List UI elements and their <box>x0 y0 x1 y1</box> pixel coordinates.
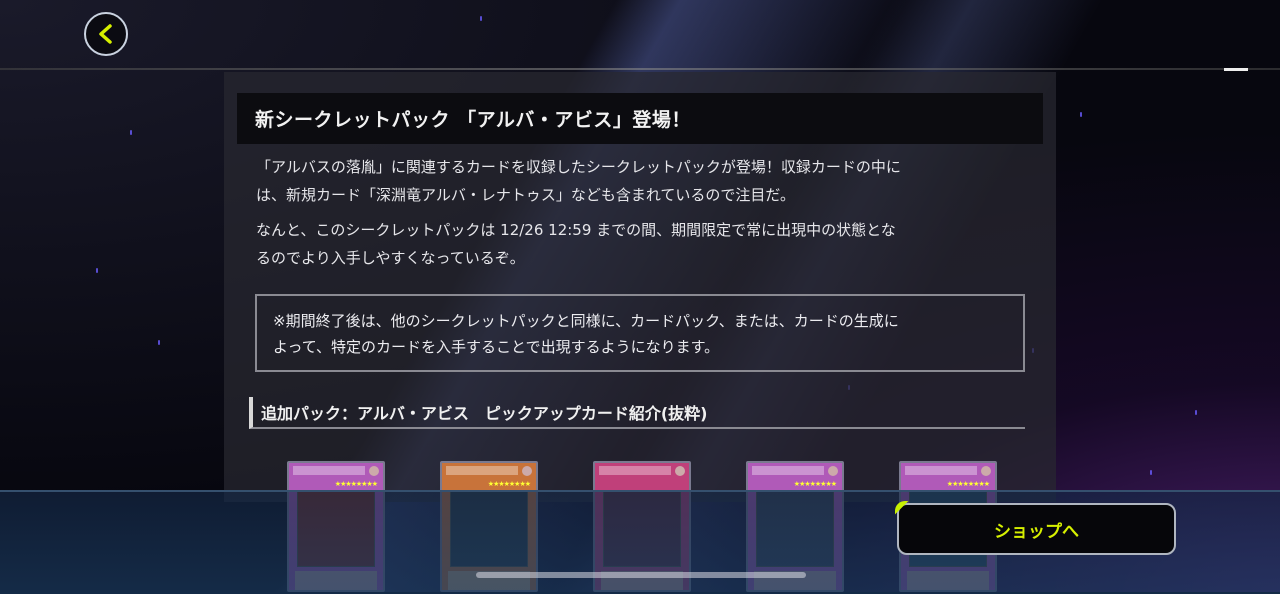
background-sparkle <box>130 130 132 135</box>
pickup-heading-text: 追加パック：アルバ・アビス ピックアップカード紹介(抜粋) <box>261 404 708 423</box>
header-divider-accent <box>1224 68 1248 71</box>
paragraph-line: るのでより入手しやすくなっているぞ。 <box>256 249 525 267</box>
announcement-paragraph-2: なんと、このシークレットパックは 12/26 12:59 までの間、期間限定で常… <box>256 216 1026 272</box>
card-attribute-icon <box>369 466 379 476</box>
notice-line: ※期間終了後は、他のシークレットパックと同様に、カードパック、または、カードの生… <box>273 312 899 330</box>
announcement-paragraph-1: 「アルバスの落胤」に関連するカードを収録したシークレットパックが登場！収録カード… <box>256 153 1026 209</box>
back-button[interactable] <box>84 12 128 56</box>
home-indicator[interactable] <box>476 572 806 578</box>
card-level-stars: ★★★★★★★★ <box>487 480 531 488</box>
card-level-stars: ★★★★★★★★ <box>334 480 378 488</box>
chevron-left-icon <box>99 24 112 44</box>
paragraph-line: 「アルバスの落胤」に関連するカードを収録したシークレットパックが登場！収録カード… <box>256 158 901 176</box>
card-name-bar <box>599 466 671 475</box>
card-name-bar <box>905 466 977 475</box>
card-attribute-icon <box>675 466 685 476</box>
card-name-bar <box>446 466 518 475</box>
card-name-bar <box>752 466 824 475</box>
header-divider <box>0 68 1280 70</box>
background-sparkle <box>96 268 98 273</box>
card-attribute-icon <box>522 466 532 476</box>
announcement-title-bar: 新シークレットパック 「アルバ・アビス」登場！ <box>237 93 1043 144</box>
background-sparkle <box>1195 410 1197 415</box>
card-attribute-icon <box>981 466 991 476</box>
pickup-section-heading: 追加パック：アルバ・アビス ピックアップカード紹介(抜粋) <box>249 397 1025 429</box>
background-sparkle <box>158 340 160 345</box>
shop-button-label: ショップへ <box>994 521 1079 542</box>
shop-button[interactable]: ショップへ <box>897 503 1176 555</box>
card-attribute-icon <box>828 466 838 476</box>
background-sparkle <box>480 16 482 21</box>
announcement-title: 新シークレットパック 「アルバ・アビス」登場！ <box>255 109 691 131</box>
paragraph-line: なんと、このシークレットパックは 12/26 12:59 までの間、期間限定で常… <box>256 221 896 239</box>
background-sparkle <box>1080 112 1082 117</box>
paragraph-line: は、新規カード「深淵竜アルバ・レナトゥス」なども含まれているので注目だ。 <box>256 186 795 204</box>
shop-button-accent <box>895 501 917 523</box>
card-level-stars: ★★★★★★★★ <box>946 480 990 488</box>
notice-line: よって、特定のカードを入手することで出現するようになります。 <box>273 338 720 356</box>
background-sparkle <box>1150 470 1152 475</box>
card-level-stars: ★★★★★★★★ <box>793 480 837 488</box>
card-name-bar <box>293 466 365 475</box>
notice-box: ※期間終了後は、他のシークレットパックと同様に、カードパック、または、カードの生… <box>255 294 1025 372</box>
